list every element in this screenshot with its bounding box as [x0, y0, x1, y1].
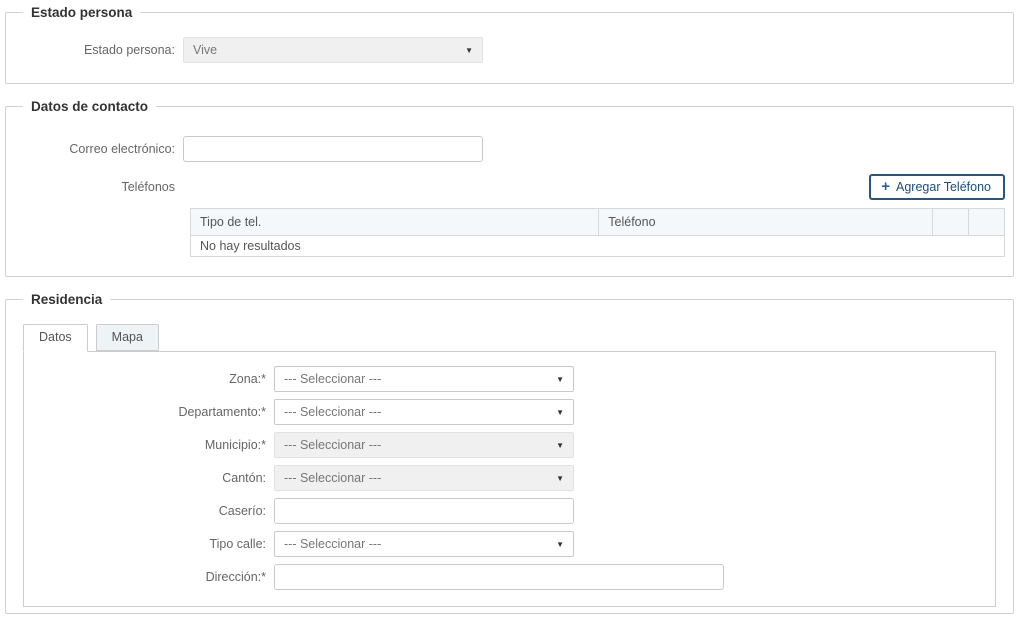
email-label: Correo electrónico: — [13, 142, 183, 156]
column-header-telefono: Teléfono — [599, 209, 933, 236]
tab-datos[interactable]: Datos — [23, 324, 88, 352]
add-telefono-button-label: Agregar Teléfono — [896, 180, 991, 194]
zona-row: Zona:* --- Seleccionar --- ▼ — [24, 366, 995, 392]
tipo-calle-row: Tipo calle: --- Seleccionar --- ▼ — [24, 531, 995, 557]
tab-mapa[interactable]: Mapa — [96, 324, 159, 351]
direccion-input[interactable] — [274, 564, 724, 590]
estado-persona-select-value: Vive — [193, 43, 465, 57]
chevron-down-icon: ▼ — [556, 441, 564, 450]
estado-persona-label: Estado persona: — [13, 43, 183, 57]
column-header-action-1 — [933, 209, 969, 236]
residencia-datos-panel: Zona:* --- Seleccionar --- ▼ Departament… — [23, 351, 996, 607]
zona-label: Zona:* — [24, 372, 274, 386]
telefonos-table: Tipo de tel. Teléfono No hay resultados — [190, 208, 1005, 257]
tipo-calle-label: Tipo calle: — [24, 537, 274, 551]
caserio-row: Caserío: — [24, 498, 995, 524]
estado-persona-select[interactable]: Vive ▼ — [183, 37, 483, 63]
chevron-down-icon: ▼ — [556, 474, 564, 483]
residencia-legend: Residencia — [23, 292, 110, 307]
telefonos-row: Teléfonos + Agregar Teléfono — [13, 174, 1006, 200]
direccion-row: Dirección:* — [24, 564, 995, 590]
tipo-calle-select[interactable]: --- Seleccionar --- ▼ — [274, 531, 574, 557]
estado-persona-legend: Estado persona — [23, 5, 140, 20]
email-input[interactable] — [183, 136, 483, 162]
canton-row: Cantón: --- Seleccionar --- ▼ — [24, 465, 995, 491]
plus-icon: + — [881, 179, 890, 194]
datos-contacto-section: Datos de contacto Correo electrónico: Te… — [5, 99, 1014, 277]
municipio-select[interactable]: --- Seleccionar --- ▼ — [274, 432, 574, 458]
departamento-label: Departamento:* — [24, 405, 274, 419]
telefonos-table-header-row: Tipo de tel. Teléfono — [191, 209, 1005, 236]
chevron-down-icon: ▼ — [556, 408, 564, 417]
caserio-label: Caserío: — [24, 504, 274, 518]
canton-label: Cantón: — [24, 471, 274, 485]
canton-select[interactable]: --- Seleccionar --- ▼ — [274, 465, 574, 491]
chevron-down-icon: ▼ — [465, 46, 473, 55]
departamento-row: Departamento:* --- Seleccionar --- ▼ — [24, 399, 995, 425]
zona-select[interactable]: --- Seleccionar --- ▼ — [274, 366, 574, 392]
chevron-down-icon: ▼ — [556, 540, 564, 549]
column-header-tipo-tel: Tipo de tel. — [191, 209, 599, 236]
direccion-label: Dirección:* — [24, 570, 274, 584]
add-telefono-button[interactable]: + Agregar Teléfono — [869, 174, 1005, 200]
residencia-tabs: Datos Mapa — [23, 324, 1006, 351]
departamento-select[interactable]: --- Seleccionar --- ▼ — [274, 399, 574, 425]
residencia-section: Residencia Datos Mapa Zona:* --- Selecci… — [5, 292, 1014, 614]
caserio-input[interactable] — [274, 498, 574, 524]
estado-persona-section: Estado persona Estado persona: Vive ▼ — [5, 5, 1014, 84]
email-row: Correo electrónico: — [13, 136, 1006, 162]
empty-results-message: No hay resultados — [191, 236, 1005, 257]
chevron-down-icon: ▼ — [556, 375, 564, 384]
municipio-row: Municipio:* --- Seleccionar --- ▼ — [24, 432, 995, 458]
municipio-label: Municipio:* — [24, 438, 274, 452]
telefonos-label: Teléfonos — [13, 180, 183, 194]
datos-contacto-legend: Datos de contacto — [23, 99, 156, 114]
estado-persona-row: Estado persona: Vive ▼ — [13, 37, 1006, 63]
table-empty-row: No hay resultados — [191, 236, 1005, 257]
column-header-action-2 — [969, 209, 1005, 236]
